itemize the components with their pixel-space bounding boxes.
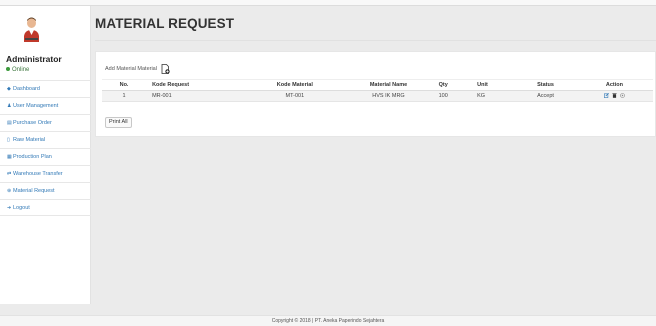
sidebar-item-label: Raw Material	[13, 137, 46, 143]
sidebar-item-label: User Management	[13, 103, 59, 109]
cell-qty: 100	[432, 90, 472, 102]
column-header-status: Status	[515, 79, 576, 91]
print-all-button[interactable]: Print All	[105, 117, 132, 128]
sidebar-nav: ◆ Dashboard ♟ User Management ▤Purchase Or…	[0, 80, 91, 216]
edit-icon[interactable]	[603, 92, 609, 98]
sidebar-item-raw-material[interactable]: ▯ Raw Material	[0, 131, 91, 148]
user-name: Administrator	[6, 54, 62, 64]
table-row: 1 MR-001 MT-001 HVS IK MRG 100 KG Accept	[102, 90, 653, 102]
column-header-kode-material: Kode Material	[245, 79, 345, 91]
sidebar-item-user-management[interactable]: ♟ User Management	[0, 97, 91, 114]
column-header-material-name: Material Name	[344, 79, 433, 91]
online-status: Online	[6, 67, 29, 73]
column-header-no: No.	[102, 79, 147, 91]
cell-material-name: HVS IK MRG	[344, 90, 433, 102]
sidebar-item-label: Production Plan	[13, 154, 52, 160]
page-title: MATERIAL REQUEST	[95, 16, 235, 31]
sidebar-item-label: Dashboard	[13, 86, 40, 92]
add-material-label: Add Material Material	[105, 66, 157, 72]
sidebar-item-label: Warehouse Transfer	[13, 171, 63, 177]
sidebar-item-dashboard[interactable]: ◆ Dashboard	[0, 80, 91, 97]
add-file-icon	[161, 64, 170, 74]
table-header-row: No. Kode Request Kode Material Material …	[102, 79, 653, 91]
material-request-panel: Add Material Material No. Kode Request K…	[95, 51, 656, 137]
cell-action	[575, 90, 653, 102]
column-header-kode-request: Kode Request	[146, 79, 246, 91]
sidebar-item-logout[interactable]: ➜ Logout	[0, 199, 91, 216]
cell-no: 1	[102, 90, 147, 102]
sidebar-item-purchase-order[interactable]: ▤Purchase Order	[0, 114, 91, 131]
cell-unit: KG	[471, 90, 516, 102]
sidebar: Administrator Online ◆ Dashboard ♟ User Ma…	[0, 6, 91, 304]
status-text: Online	[12, 67, 30, 73]
column-header-action: Action	[575, 79, 653, 91]
title-divider	[95, 40, 656, 41]
sidebar-item-label: Material Request	[13, 188, 55, 194]
delete-icon[interactable]	[612, 92, 617, 98]
detail-icon[interactable]	[620, 92, 625, 98]
online-dot-icon	[6, 67, 10, 71]
sidebar-item-label: Purchase Order	[13, 120, 52, 126]
action-icons	[603, 92, 625, 98]
main-content: MATERIAL REQUEST Add Material Material N…	[92, 6, 656, 304]
sidebar-item-material-request[interactable]: ⊕ Material Request	[0, 182, 91, 199]
add-material-link[interactable]: Add Material Material	[105, 64, 170, 74]
cell-status: Accept	[515, 90, 576, 102]
sidebar-item-production-plan[interactable]: ▦Production Plan	[0, 148, 91, 165]
cell-kode-request: MR-001	[146, 90, 246, 102]
footer: Copyright © 2018 | PT. Aneka Paperindo S…	[0, 315, 656, 326]
avatar-icon	[23, 16, 40, 42]
cell-kode-material: MT-001	[245, 90, 345, 102]
material-request-table: No. Kode Request Kode Material Material …	[102, 79, 653, 102]
column-header-qty: Qty	[432, 79, 472, 91]
sidebar-item-label: Logout	[13, 205, 30, 211]
copyright-text: Copyright © 2018 | PT. Aneka Paperindo S…	[271, 318, 385, 324]
column-header-unit: Unit	[471, 79, 516, 91]
sidebar-item-warehouse-transfer[interactable]: ⇄ Warehouse Transfer	[0, 165, 91, 182]
